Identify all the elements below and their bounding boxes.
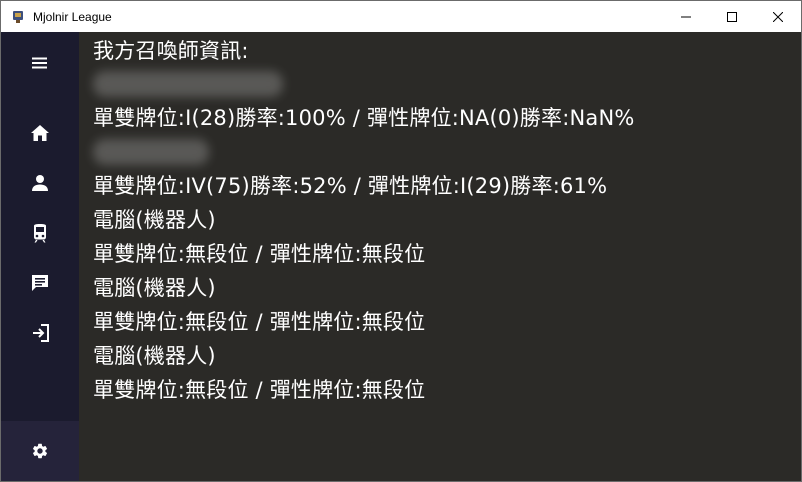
app-logo-icon	[10, 9, 26, 25]
chat-icon	[32, 275, 48, 291]
sidebar-item-home[interactable]	[1, 113, 79, 153]
app-window: Mjolnir League 我方召喚師資訊: 單雙牌位:I(28)勝率:100…	[0, 0, 802, 482]
minimize-icon	[681, 16, 691, 17]
person-icon	[32, 175, 48, 191]
exit-icon	[33, 324, 49, 342]
sidebar-item-match[interactable]	[1, 213, 79, 253]
title-bar[interactable]: Mjolnir League	[1, 1, 801, 32]
minimize-button[interactable]	[663, 1, 709, 32]
player-rank: 單雙牌位:IV(75)勝率:52% / 彈性牌位:I(29)勝率:61%	[93, 174, 608, 198]
menu-icon	[32, 57, 47, 69]
close-icon	[773, 11, 783, 22]
window-controls	[663, 1, 801, 32]
menu-button[interactable]	[1, 43, 79, 83]
sidebar-item-profile[interactable]	[1, 163, 79, 203]
maximize-icon	[727, 11, 737, 22]
player-name: 電腦(機器人)	[93, 208, 216, 232]
train-icon	[34, 224, 46, 243]
summoner-info-panel: 我方召喚師資訊: 單雙牌位:I(28)勝率:100% / 彈性牌位:NA(0)勝…	[93, 37, 793, 407]
maximize-button[interactable]	[709, 1, 755, 32]
player-name-redacted	[93, 135, 793, 169]
window-title: Mjolnir League	[33, 9, 112, 24]
player-rank: 單雙牌位:I(28)勝率:100% / 彈性牌位:NA(0)勝率:NaN%	[93, 106, 635, 130]
player-rank: 單雙牌位:無段位 / 彈性牌位:無段位	[93, 242, 426, 266]
gear-icon	[33, 443, 48, 459]
player-name-redacted	[93, 67, 793, 101]
sidebar-item-exit[interactable]	[1, 313, 79, 353]
settings-button[interactable]	[1, 421, 79, 481]
blurred-summoner-name	[93, 139, 209, 165]
sidebar	[1, 32, 79, 481]
page-title: 我方召喚師資訊:	[93, 39, 249, 63]
player-rank: 單雙牌位:無段位 / 彈性牌位:無段位	[93, 310, 426, 334]
player-rank: 單雙牌位:無段位 / 彈性牌位:無段位	[93, 378, 426, 402]
blurred-summoner-name	[93, 71, 283, 97]
close-button[interactable]	[755, 1, 801, 32]
player-name: 電腦(機器人)	[93, 276, 216, 300]
player-name: 電腦(機器人)	[93, 344, 216, 368]
sidebar-item-chat[interactable]	[1, 263, 79, 303]
home-icon	[31, 125, 49, 141]
